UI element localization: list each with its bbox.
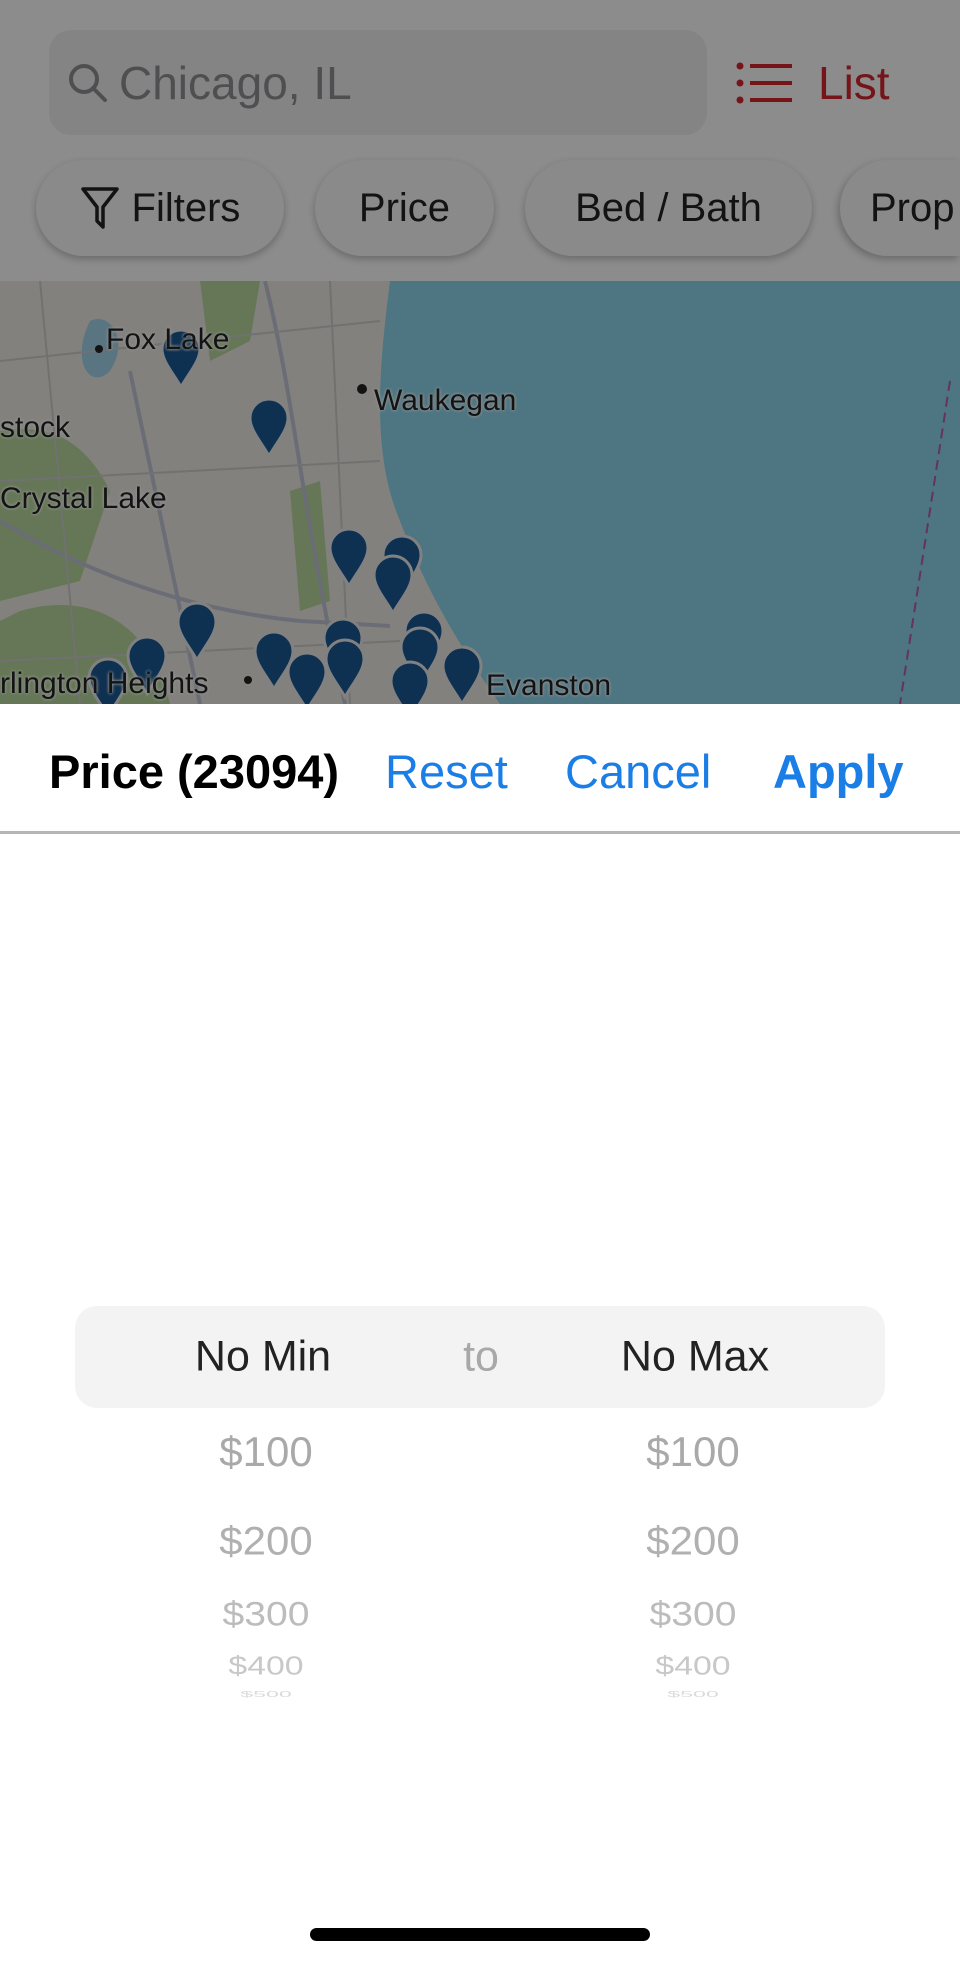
modal-backdrop[interactable] — [0, 0, 960, 704]
price-sheet: Price (23094) Reset Cancel Apply No Min … — [0, 704, 960, 1967]
picker-separator: to — [463, 1332, 499, 1381]
price-option[interactable]: $400 — [228, 1651, 303, 1682]
reset-button[interactable]: Reset — [385, 744, 508, 799]
price-option[interactable]: $500 — [240, 1691, 292, 1700]
price-option[interactable]: $500 — [667, 1691, 719, 1700]
price-option[interactable]: $300 — [223, 1596, 310, 1635]
max-price-selected[interactable]: No Max — [621, 1333, 769, 1382]
price-option[interactable]: $200 — [219, 1520, 312, 1565]
cancel-button[interactable]: Cancel — [565, 744, 711, 799]
apply-button[interactable]: Apply — [773, 744, 904, 799]
sheet-title: Price (23094) — [49, 745, 340, 798]
price-option[interactable]: $100 — [646, 1428, 739, 1476]
divider — [0, 831, 960, 834]
price-option[interactable]: $200 — [646, 1520, 739, 1565]
price-option[interactable]: $100 — [219, 1428, 312, 1476]
price-option[interactable]: $300 — [650, 1596, 737, 1635]
home-indicator — [310, 1928, 650, 1941]
min-price-selected[interactable]: No Min — [195, 1333, 331, 1382]
price-option[interactable]: $400 — [655, 1651, 730, 1682]
